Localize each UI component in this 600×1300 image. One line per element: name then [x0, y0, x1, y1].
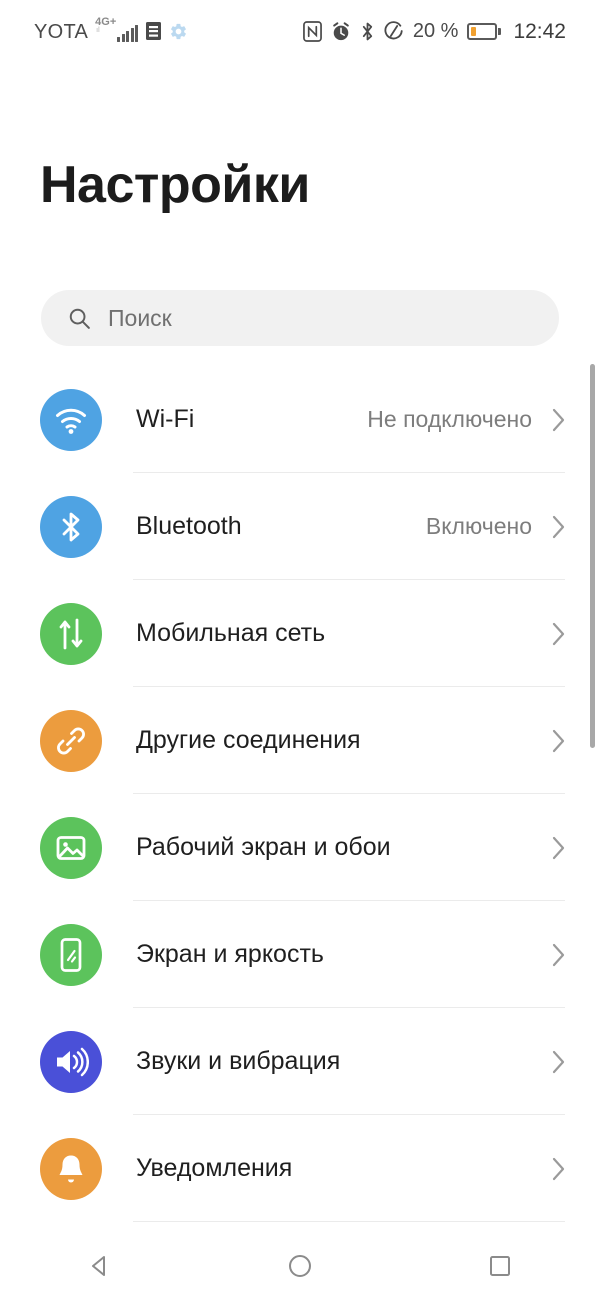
recents-icon[interactable]	[440, 1232, 560, 1300]
chevron-right-icon	[548, 405, 570, 435]
settings-row-mobile-network[interactable]: Мобильная сеть	[0, 580, 600, 687]
back-icon[interactable]	[40, 1232, 160, 1300]
link-icon	[40, 709, 102, 772]
search-input[interactable]: Поиск	[108, 305, 172, 332]
settings-row-label: Wi-Fi	[136, 405, 195, 433]
home-icon[interactable]	[240, 1232, 360, 1300]
signal-strength-bars	[117, 24, 139, 42]
alarm-icon	[331, 21, 351, 42]
settings-gear-icon	[169, 22, 188, 41]
settings-row-label: Звуки и вибрация	[136, 1047, 341, 1075]
signal-sub-icon: ıl	[96, 26, 100, 34]
settings-row-label: Другие соединения	[136, 726, 361, 754]
chevron-right-icon	[548, 1047, 570, 1077]
bell-icon	[40, 1137, 102, 1200]
settings-row-home-screen-wallpaper[interactable]: Рабочий экран и обои	[0, 794, 600, 901]
status-bar-left: YOTA 4G+ ıl	[34, 16, 188, 43]
battery-percent-label: 20 %	[412, 20, 459, 42]
settings-row-value: Включено	[425, 513, 532, 539]
row-divider	[133, 1221, 565, 1222]
settings-row-other-connections[interactable]: Другие соединения	[0, 687, 600, 794]
battery-icon	[467, 22, 502, 40]
display-icon	[40, 923, 102, 986]
bluetooth-icon	[360, 21, 375, 42]
settings-screen: YOTA 4G+ ıl 20 % 12:42 Настройки Поиск W…	[0, 0, 600, 1300]
vertical-scrollbar[interactable]	[590, 364, 595, 748]
bluetooth-icon	[40, 495, 102, 558]
settings-row-bluetooth[interactable]: Bluetooth Включено	[0, 473, 600, 580]
chevron-right-icon	[548, 726, 570, 756]
signal-bars-icon: 4G+ ıl	[95, 16, 139, 42]
settings-row-label: Рабочий экран и обои	[136, 833, 391, 861]
settings-row-wifi[interactable]: Wi-Fi Не подключено	[0, 366, 600, 473]
chevron-right-icon	[548, 512, 570, 542]
status-bar-clock: 12:42	[513, 19, 566, 43]
wallpaper-icon	[40, 816, 102, 879]
settings-row-label: Уведомления	[136, 1154, 293, 1182]
mobile-data-icon	[40, 602, 102, 665]
data-saver-icon	[384, 21, 404, 41]
settings-row-sound-vibration[interactable]: Звуки и вибрация	[0, 1008, 600, 1115]
settings-list: Wi-Fi Не подключено Bluetooth Включено Моб…	[0, 366, 600, 1222]
status-bar: YOTA 4G+ ıl 20 % 12:42	[0, 0, 600, 62]
chevron-right-icon	[548, 833, 570, 863]
search-bar[interactable]: Поиск	[41, 290, 559, 346]
settings-row-value: Не подключено	[367, 406, 532, 432]
settings-row-display-brightness[interactable]: Экран и яркость	[0, 901, 600, 1008]
settings-row-label: Экран и яркость	[136, 940, 324, 968]
chevron-right-icon	[548, 1154, 570, 1184]
settings-row-label: Bluetooth	[136, 512, 242, 540]
settings-row-label: Мобильная сеть	[136, 619, 326, 647]
sim-card-icon	[145, 21, 162, 41]
chevron-right-icon	[548, 940, 570, 970]
wifi-icon	[40, 388, 102, 451]
sound-icon	[40, 1030, 102, 1093]
settings-row-notifications[interactable]: Уведомления	[0, 1115, 600, 1222]
chevron-right-icon	[548, 619, 570, 649]
nfc-icon	[302, 20, 322, 42]
carrier-name: YOTA	[34, 20, 89, 43]
navigation-bar	[0, 1232, 600, 1300]
search-icon	[67, 306, 92, 331]
page-title: Настройки	[40, 156, 310, 214]
status-bar-right: 20 % 12:42	[302, 19, 566, 43]
